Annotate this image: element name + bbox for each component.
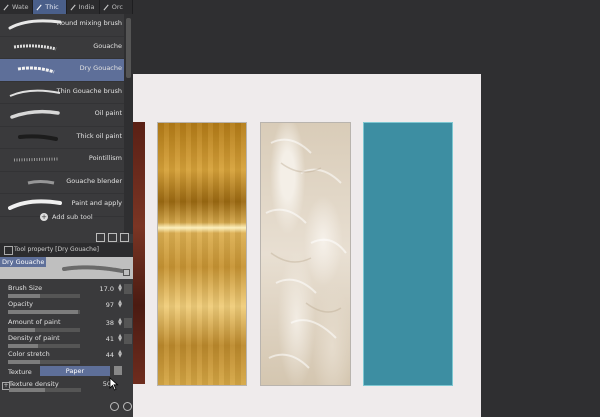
- tab-india-ink[interactable]: India: [67, 0, 100, 14]
- pen-pressure-icon[interactable]: [124, 334, 132, 344]
- slider-fill: [8, 328, 36, 332]
- stepper-icon[interactable]: ▲ ▼: [118, 318, 122, 327]
- tool-panel: Wate Thic India Orc Round mixing brush G…: [0, 0, 133, 417]
- sub-tool-item[interactable]: Oil paint: [0, 104, 124, 127]
- sub-tool-item[interactable]: Gouache: [0, 37, 124, 59]
- settings-icon[interactable]: [110, 402, 119, 411]
- add-icon[interactable]: [96, 233, 105, 242]
- sub-tool-item[interactable]: Thin Gouache brush: [0, 82, 124, 104]
- scrollbar-thumb[interactable]: [126, 18, 131, 78]
- slider-fill: [8, 310, 78, 314]
- sub-tool-item[interactable]: Round mixing brush: [0, 14, 124, 37]
- texture-select[interactable]: Paper: [40, 366, 110, 376]
- slider-track[interactable]: [8, 328, 80, 332]
- slider-track[interactable]: [8, 344, 80, 348]
- brush-icon: [69, 4, 76, 10]
- swatch-red-brown: [133, 122, 145, 384]
- sub-tool-item-selected[interactable]: Dry Gouache: [0, 59, 124, 82]
- reset-icon[interactable]: [123, 402, 132, 411]
- lock-icon[interactable]: [123, 269, 130, 276]
- brush-preview: Dry Gouache: [0, 257, 133, 279]
- swatch-gold: [157, 122, 247, 386]
- add-sub-tool-button[interactable]: + Add sub tool: [40, 213, 93, 221]
- slider-track[interactable]: [8, 310, 80, 314]
- brush-icon: [103, 4, 109, 10]
- sub-tool-scrollbar[interactable]: [124, 14, 133, 234]
- duplicate-icon[interactable]: [108, 233, 117, 242]
- wrench-icon: [4, 246, 13, 255]
- brush-group-tabs: Wate Thic India Orc: [0, 0, 133, 14]
- swatch-feather: [260, 122, 351, 386]
- brush-stroke-preview: [62, 265, 124, 273]
- brush-icon: [3, 4, 9, 10]
- panel-bottom-controls: [110, 402, 132, 411]
- tool-property-header: Tool property [Dry Gouache]: [0, 243, 133, 257]
- sub-tool-item[interactable]: Gouache blender: [0, 172, 124, 194]
- swatch-teal: [363, 122, 453, 386]
- sub-tool-item[interactable]: Thick oil paint: [0, 127, 124, 149]
- brush-stroke-preview: [18, 133, 58, 141]
- brush-icon: [36, 4, 42, 10]
- stepper-icon[interactable]: ▲ ▼: [118, 334, 122, 343]
- plus-icon: +: [40, 213, 48, 221]
- slider-track[interactable]: [8, 294, 80, 298]
- stepper-icon[interactable]: ▲ ▼: [118, 350, 122, 359]
- opacity-slider[interactable]: Opacity 97 ▲ ▼: [8, 300, 126, 318]
- slider-track[interactable]: [9, 388, 81, 392]
- pen-pressure-icon[interactable]: [124, 284, 132, 294]
- feather-texture: [265, 138, 347, 369]
- brush-stroke-preview: [9, 89, 61, 97]
- brush-stroke-preview: [27, 179, 55, 184]
- brush-stroke-preview: [17, 66, 55, 74]
- brush-stroke-preview: [8, 19, 62, 30]
- brush-stroke-preview: [8, 199, 62, 210]
- tab-thick-paint[interactable]: Thic: [33, 0, 67, 14]
- brush-stroke-preview: [13, 43, 57, 50]
- sub-tool-item[interactable]: Pointillism: [0, 149, 124, 172]
- slider-track[interactable]: [8, 360, 80, 364]
- trash-icon[interactable]: [114, 366, 122, 375]
- sub-tool-list-controls: [96, 233, 129, 242]
- tab-watercolor[interactable]: Wate: [0, 0, 34, 14]
- mouse-cursor-icon: [109, 377, 119, 391]
- tab-other[interactable]: Orc: [100, 0, 133, 14]
- stepper-icon[interactable]: ▲ ▼: [118, 284, 122, 293]
- pen-pressure-icon[interactable]: [124, 318, 132, 328]
- sub-tool-list: Round mixing brush Gouache Dry Gouache T…: [0, 14, 124, 217]
- brush-stroke-preview: [13, 157, 59, 162]
- slider-fill: [8, 344, 38, 348]
- slider-fill: [8, 360, 40, 364]
- brush-stroke-preview: [10, 109, 60, 119]
- preset-name: Dry Gouache: [0, 257, 47, 267]
- trash-icon[interactable]: [120, 233, 129, 242]
- slider-fill: [9, 388, 45, 392]
- stepper-icon[interactable]: ▲ ▼: [118, 300, 122, 309]
- slider-fill: [8, 294, 41, 298]
